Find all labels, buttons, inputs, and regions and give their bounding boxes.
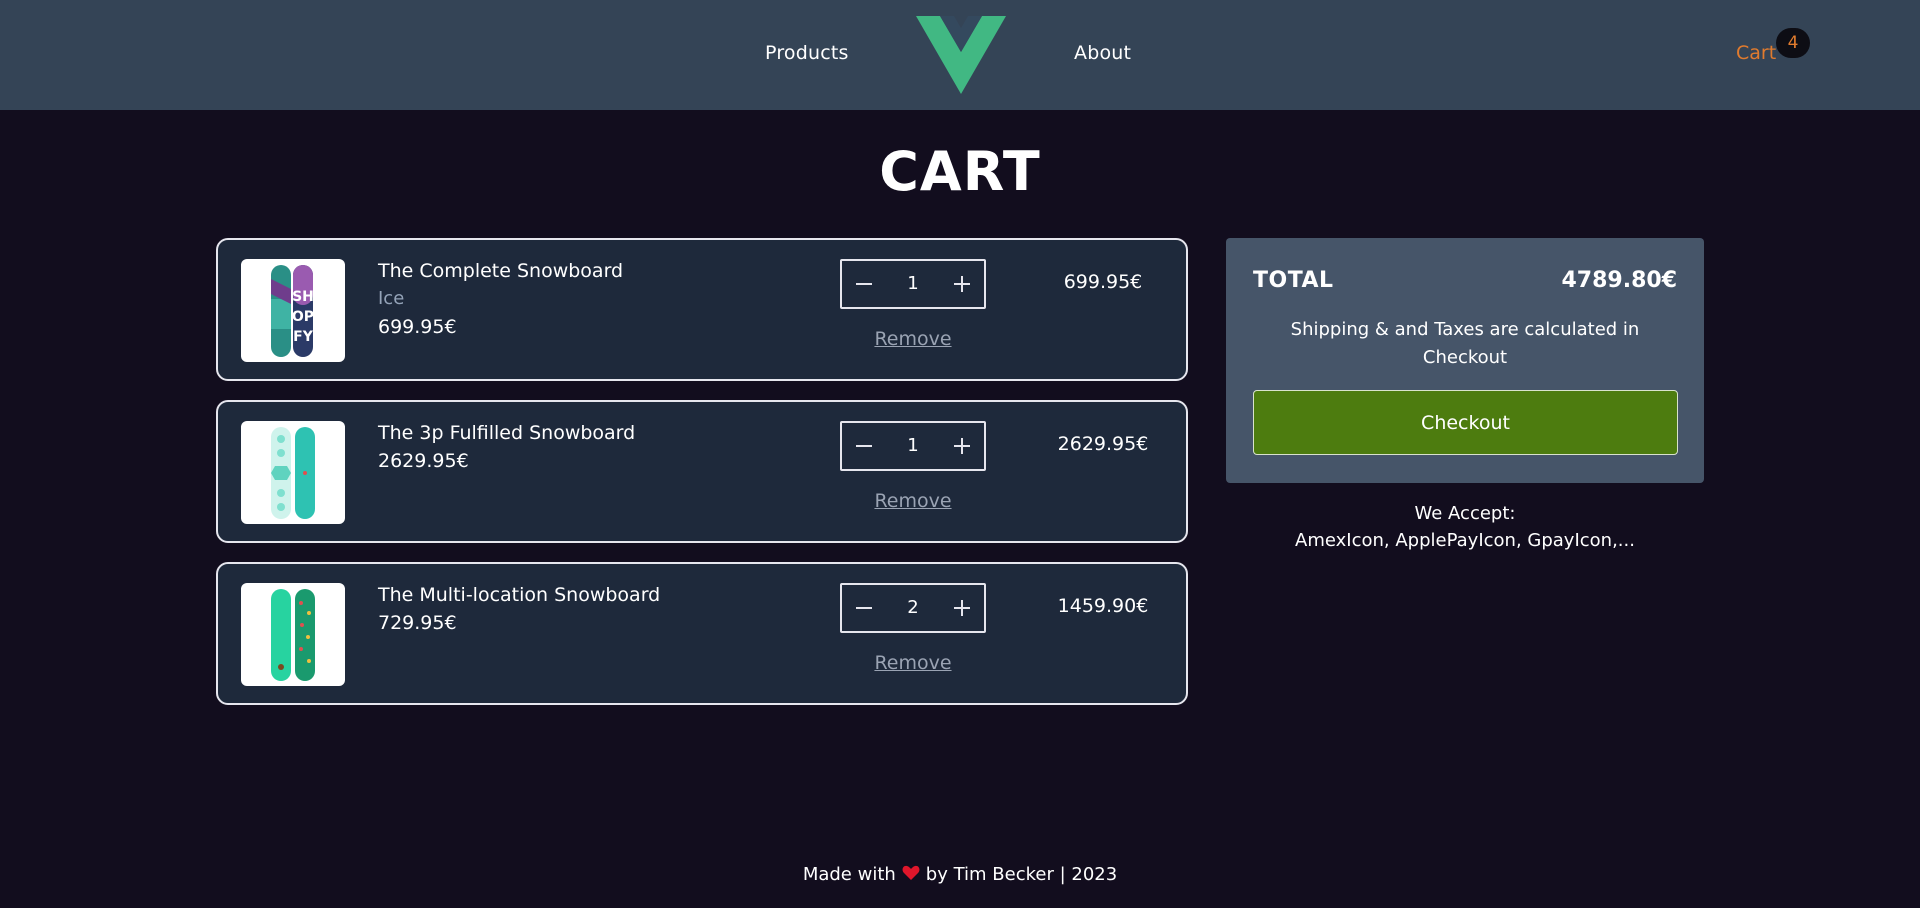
cart-item: SH OP FY The Complete Snowboard Ice 699.… xyxy=(216,238,1188,381)
increase-quantity-button[interactable] xyxy=(940,423,984,469)
item-name: The Complete Snowboard xyxy=(378,260,624,282)
cart-item: The Multi-location Snowboard 729.95€ 2 R… xyxy=(216,562,1188,705)
item-unit-price: 729.95€ xyxy=(378,612,457,634)
line-total: 1459.90€ xyxy=(1057,595,1149,617)
heart-icon xyxy=(902,865,920,886)
quantity-value[interactable]: 1 xyxy=(886,423,940,469)
nav-cart-link[interactable]: Cart xyxy=(1736,42,1776,64)
order-summary: TOTAL 4789.80€ Shipping & and Taxes are … xyxy=(1226,238,1704,483)
shipping-note: Shipping & and Taxes are calculated in C… xyxy=(1290,319,1640,368)
page-title: CART xyxy=(879,140,1041,203)
remove-item-link[interactable]: Remove xyxy=(840,652,986,674)
total-label: TOTAL xyxy=(1253,268,1334,293)
snowboard-image: SH OP FY xyxy=(241,259,345,362)
item-name: The Multi-location Snowboard xyxy=(378,584,661,606)
item-name: The 3p Fulfilled Snowboard xyxy=(378,422,636,444)
remove-item-link[interactable]: Remove xyxy=(840,328,986,350)
minus-icon xyxy=(856,445,872,447)
line-total: 699.95€ xyxy=(1063,271,1143,293)
minus-icon xyxy=(856,607,872,609)
nav-products-link[interactable]: Products xyxy=(765,42,849,64)
decrease-quantity-button[interactable] xyxy=(842,585,886,631)
quantity-stepper: 2 xyxy=(840,583,986,633)
minus-icon xyxy=(856,283,872,285)
quantity-value[interactable]: 1 xyxy=(886,261,940,307)
plus-icon xyxy=(954,438,970,454)
cart-item: The 3p Fulfilled Snowboard 2629.95€ 1 Re… xyxy=(216,400,1188,543)
quantity-stepper: 1 xyxy=(840,259,986,309)
item-unit-price: 699.95€ xyxy=(378,316,457,338)
increase-quantity-button[interactable] xyxy=(940,261,984,307)
increase-quantity-button[interactable] xyxy=(940,585,984,631)
plus-icon xyxy=(954,600,970,616)
item-variant: Ice xyxy=(378,288,405,309)
footer: Made with by Tim Becker | 2023 xyxy=(0,864,1920,886)
checkout-button[interactable]: Checkout xyxy=(1253,390,1678,455)
plus-icon xyxy=(954,276,970,292)
svg-text:FY: FY xyxy=(293,329,314,345)
line-total: 2629.95€ xyxy=(1057,433,1149,455)
top-nav-bar: Products About Cart 4 xyxy=(0,0,1920,110)
snowboard-image xyxy=(241,421,345,524)
decrease-quantity-button[interactable] xyxy=(842,423,886,469)
payment-accept-title: We Accept: xyxy=(1414,503,1516,524)
quantity-stepper: 1 xyxy=(840,421,986,471)
decrease-quantity-button[interactable] xyxy=(842,261,886,307)
footer-author: by Tim Becker | 2023 xyxy=(925,864,1118,885)
footer-made-with: Made with xyxy=(802,864,896,885)
item-unit-price: 2629.95€ xyxy=(378,450,469,472)
total-value: 4789.80€ xyxy=(1561,268,1677,293)
quantity-value[interactable]: 2 xyxy=(886,585,940,631)
cart-count-badge: 4 xyxy=(1776,28,1810,58)
payment-methods-list: AmexIcon, ApplePayIcon, GpayIcon,... xyxy=(1295,530,1635,551)
nav-about-link[interactable]: About xyxy=(1074,42,1131,64)
svg-text:SH: SH xyxy=(292,289,314,305)
snowboard-image xyxy=(241,583,345,686)
svg-text:OP: OP xyxy=(292,309,314,325)
remove-item-link[interactable]: Remove xyxy=(840,490,986,512)
vue-logo-icon[interactable] xyxy=(916,16,1006,94)
